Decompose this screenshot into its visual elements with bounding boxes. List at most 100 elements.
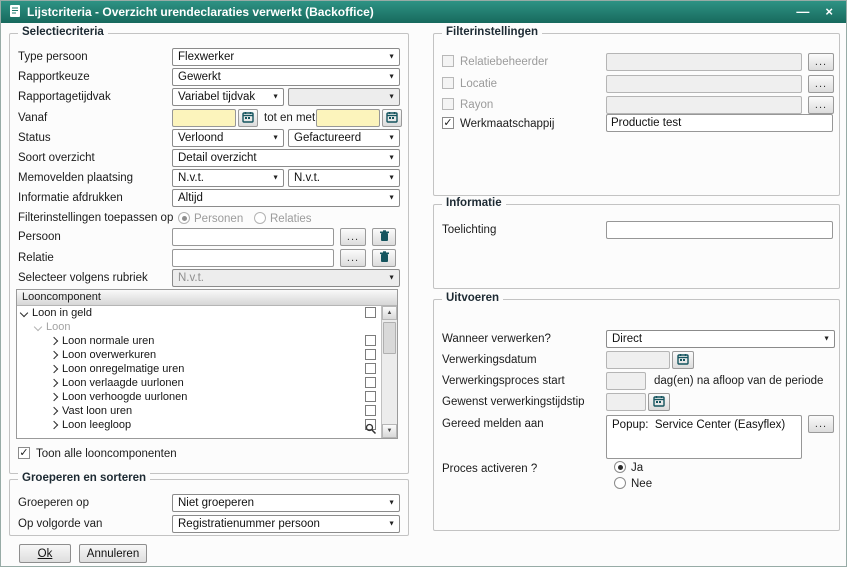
label-toon-alle: Toon alle looncomponenten: [36, 448, 177, 461]
relatiebeheerder-input: [606, 53, 802, 71]
chevron-right-icon: [50, 393, 58, 401]
gereed-melden-box[interactable]: Popup: Service Center (Easyflex): [606, 415, 802, 459]
ok-button[interactable]: Ok: [19, 544, 71, 563]
persoon-browse-button[interactable]: ...: [340, 228, 366, 246]
memovelden-sub-select[interactable]: N.v.t. ▼: [288, 169, 400, 187]
tree-checkbox[interactable]: [365, 391, 376, 402]
relatie-browse-button[interactable]: ...: [340, 249, 366, 267]
werkmaatschappij-input[interactable]: [606, 114, 833, 132]
tree-row[interactable]: Loon overwerkuren: [17, 348, 380, 362]
tree-row[interactable]: Loon onregelmatige uren: [17, 362, 380, 376]
label-memovelden: Memovelden plaatsing: [18, 172, 133, 185]
group-selectiecriteria: Selectiecriteria Type persoon Flexwerker…: [9, 33, 409, 474]
close-button[interactable]: ×: [820, 2, 838, 22]
status-select[interactable]: Verloond ▼: [172, 129, 284, 147]
groeperen-op-select[interactable]: Niet groeperen ▼: [172, 494, 400, 512]
looncomponent-tree: Looncomponent Loon in geld Loon Loon nor…: [16, 289, 398, 439]
rubriek-select: N.v.t. ▼: [172, 269, 400, 287]
calendar-icon: [386, 111, 398, 126]
group-filterinstellingen: Filterinstellingen Relatiebeheerder ... …: [433, 33, 840, 196]
chevron-down-icon: ▼: [388, 54, 395, 61]
tree-row[interactable]: Loon verhoogde uurlonen: [17, 390, 380, 404]
chevron-right-icon: [50, 365, 58, 373]
relatie-delete-button[interactable]: [372, 249, 396, 267]
persoon-input[interactable]: [172, 228, 334, 246]
chevron-down-icon: ▼: [388, 175, 395, 182]
persoon-delete-button[interactable]: [372, 228, 396, 246]
type-persoon-select[interactable]: Flexwerker ▼: [172, 48, 400, 66]
wanneer-verwerken-select[interactable]: Direct ▼: [606, 330, 835, 348]
tree-checkbox[interactable]: [365, 349, 376, 360]
group-title: Informatie: [442, 197, 506, 209]
tree-checkbox[interactable]: [365, 405, 376, 416]
rapportagetijdvak-select[interactable]: Variabel tijdvak ▼: [172, 88, 284, 106]
rayon-browse-button[interactable]: ...: [808, 96, 834, 114]
radio-ja[interactable]: [614, 461, 626, 473]
chevron-down-icon: ▼: [388, 74, 395, 81]
titlebar[interactable]: Lijstcriteria - Overzicht urendeclaratie…: [1, 1, 846, 23]
chevron-down-icon: ▼: [388, 135, 395, 142]
label-gewenst-tijdstip: Gewenst verwerkingstijdstip: [442, 396, 585, 409]
vanaf-calendar-button[interactable]: [238, 109, 258, 127]
scroll-up-button[interactable]: ▲: [382, 306, 397, 320]
scroll-thumb[interactable]: [383, 322, 396, 354]
tree-row[interactable]: Vast loon uren: [17, 404, 380, 418]
status-sub-select[interactable]: Gefactureerd ▼: [288, 129, 400, 147]
label-status: Status: [18, 132, 51, 145]
label-filter-toepassen: Filterinstellingen toepassen op: [18, 212, 173, 225]
vanaf-date-input[interactable]: [172, 109, 236, 127]
locatie-checkbox[interactable]: [442, 77, 454, 89]
tree-checkbox[interactable]: [365, 335, 376, 346]
chevron-down-icon: ▼: [823, 336, 830, 343]
gereed-melden-browse-button[interactable]: ...: [808, 415, 834, 433]
label-relatie: Relatie: [18, 252, 54, 265]
tot-en-met-date-input[interactable]: [316, 109, 380, 127]
locatie-browse-button[interactable]: ...: [808, 75, 834, 93]
tree-checkbox[interactable]: [365, 307, 376, 318]
chevron-down-icon: ▼: [388, 94, 395, 101]
informatie-afdrukken-select[interactable]: Altijd ▼: [172, 189, 400, 207]
scroll-down-button[interactable]: ▼: [382, 424, 397, 438]
gewenst-tijdstip-calendar-button[interactable]: [648, 393, 670, 411]
tree-row[interactable]: Loon in geld: [17, 306, 380, 320]
radio-nee[interactable]: [614, 477, 626, 489]
label-soort-overzicht: Soort overzicht: [18, 152, 95, 165]
toon-alle-checkbox[interactable]: ✓: [18, 447, 30, 459]
radio-relaties[interactable]: [254, 212, 266, 224]
chevron-down-icon: ▼: [388, 155, 395, 162]
rayon-checkbox[interactable]: [442, 98, 454, 110]
magnifier-icon[interactable]: [365, 423, 377, 435]
group-uitvoeren: Uitvoeren Wanneer verwerken? Direct ▼ Ve…: [433, 299, 840, 531]
group-title: Selectiecriteria: [18, 26, 108, 38]
label-rapportagetijdvak: Rapportagetijdvak: [18, 91, 111, 104]
tree-row[interactable]: Loon leegloop: [17, 418, 380, 432]
verwerkingsdatum-calendar-button[interactable]: [672, 351, 694, 369]
rapportkeuze-select[interactable]: Gewerkt ▼: [172, 68, 400, 86]
soort-overzicht-select[interactable]: Detail overzicht ▼: [172, 149, 400, 167]
label-verwerkingsdatum: Verwerkingsdatum: [442, 354, 537, 367]
werkmaatschappij-checkbox[interactable]: ✓: [442, 117, 454, 129]
tree-checkbox[interactable]: [365, 377, 376, 388]
tree-checkbox[interactable]: [365, 363, 376, 374]
tree-row[interactable]: Loon verlaagde uurlonen: [17, 376, 380, 390]
label-op-volgorde-van: Op volgorde van: [18, 518, 102, 531]
group-groeperen: Groeperen en sorteren Groeperen op Niet …: [9, 479, 409, 536]
memovelden-select[interactable]: N.v.t. ▼: [172, 169, 284, 187]
minimize-button[interactable]: —: [791, 2, 814, 22]
chevron-down-icon: ▼: [388, 195, 395, 202]
radio-personen[interactable]: [178, 212, 190, 224]
relatie-input[interactable]: [172, 249, 334, 267]
label-relatiebeheerder: Relatiebeheerder: [460, 56, 548, 69]
label-informatie-afdrukken: Informatie afdrukken: [18, 192, 123, 205]
cancel-button[interactable]: Annuleren: [79, 544, 147, 563]
tree-scrollbar[interactable]: ▲ ▼: [381, 306, 397, 438]
tree-row[interactable]: Loon normale uren: [17, 334, 380, 348]
tot-en-met-calendar-button[interactable]: [382, 109, 402, 127]
toelichting-input[interactable]: [606, 221, 833, 239]
op-volgorde-van-select[interactable]: Registratienummer persoon ▼: [172, 515, 400, 533]
relatiebeheerder-browse-button[interactable]: ...: [808, 53, 834, 71]
tree-row[interactable]: Loon: [17, 320, 380, 334]
chevron-down-icon: ▼: [272, 175, 279, 182]
dialog-lijstcriteria: Lijstcriteria - Overzicht urendeclaratie…: [0, 0, 847, 567]
relatiebeheerder-checkbox[interactable]: [442, 55, 454, 67]
